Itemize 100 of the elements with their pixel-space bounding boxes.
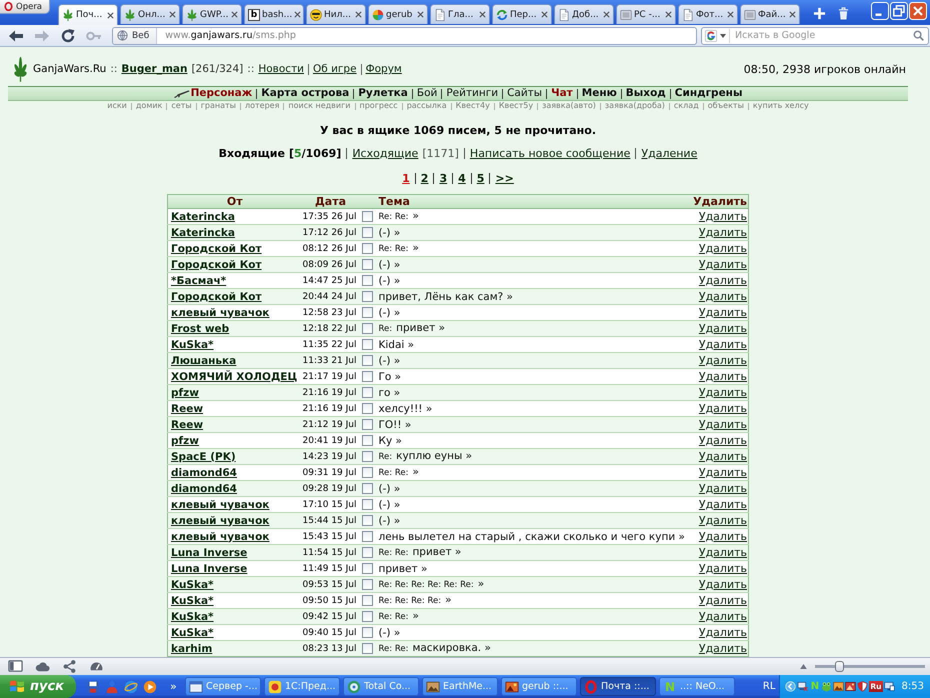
sender-link[interactable]: Luna Inverse bbox=[171, 546, 248, 558]
menu-link[interactable]: Сайты bbox=[507, 87, 542, 100]
menu-button[interactable]: Opera bbox=[0, 0, 50, 14]
message-checkbox[interactable] bbox=[362, 451, 373, 462]
site-info-button[interactable]: Веб bbox=[113, 28, 158, 44]
sender-link[interactable]: pfzw bbox=[171, 434, 199, 446]
close-icon[interactable] bbox=[107, 12, 114, 18]
close-icon[interactable] bbox=[355, 11, 362, 18]
subject-link[interactable]: Re: Re: » bbox=[378, 610, 419, 622]
delete-link[interactable]: Удалить bbox=[698, 258, 747, 271]
message-checkbox[interactable] bbox=[362, 339, 373, 350]
browser-tab[interactable]: Онл... bbox=[120, 4, 180, 24]
submenu-link[interactable]: купить хелсу bbox=[752, 101, 809, 111]
leaf-logo-icon[interactable] bbox=[12, 56, 29, 82]
play-icon[interactable] bbox=[143, 680, 157, 694]
sender-link[interactable]: клевый чувачок bbox=[171, 514, 270, 526]
header-link[interactable]: Форум bbox=[366, 63, 402, 75]
menu-link[interactable]: Рейтинги bbox=[446, 87, 498, 100]
submenu-link[interactable]: лотерея bbox=[244, 101, 280, 111]
panel-icon[interactable] bbox=[8, 659, 23, 674]
menu-link[interactable]: Персонаж bbox=[190, 87, 252, 100]
sender-link[interactable]: Люшанька bbox=[171, 354, 236, 366]
sender-link[interactable]: клевый чувачок bbox=[171, 306, 270, 318]
submenu-link[interactable]: Квест4у bbox=[456, 101, 490, 111]
orbit-icon[interactable] bbox=[124, 680, 138, 694]
subject-link[interactable]: Kidai » bbox=[378, 338, 414, 350]
subject-link[interactable]: Re: Re: » bbox=[378, 242, 419, 254]
page-link[interactable]: 4 bbox=[458, 172, 466, 185]
browser-tab[interactable]: gerub bbox=[368, 4, 428, 24]
language-label[interactable]: RL bbox=[762, 681, 776, 692]
sender-link[interactable]: Katerincka bbox=[171, 210, 235, 222]
close-icon[interactable] bbox=[294, 11, 302, 18]
browser-tab[interactable]: Гла... bbox=[430, 4, 490, 24]
message-checkbox[interactable] bbox=[362, 531, 373, 542]
subject-link[interactable]: привет » bbox=[378, 562, 428, 574]
menu-link[interactable]: Чат bbox=[551, 87, 573, 100]
message-checkbox[interactable] bbox=[362, 643, 373, 654]
subject-link[interactable]: (-) » bbox=[378, 626, 400, 638]
delete-link[interactable]: Удалить bbox=[698, 386, 747, 399]
message-checkbox[interactable] bbox=[362, 467, 373, 478]
subject-link[interactable]: Re: Re: маскировка. » bbox=[378, 642, 491, 654]
delete-link[interactable]: Удалить bbox=[698, 338, 747, 351]
sender-link[interactable]: клевый чувачок bbox=[171, 530, 270, 542]
sender-link[interactable]: diamond64 bbox=[171, 466, 237, 478]
delete-link[interactable]: Удалить bbox=[698, 290, 747, 303]
search-engine-icon[interactable] bbox=[705, 30, 717, 42]
close-icon[interactable] bbox=[665, 11, 672, 18]
quick-launch-more[interactable]: » bbox=[170, 680, 177, 693]
delete-link[interactable]: Удалить bbox=[698, 274, 747, 287]
trash-icon[interactable] bbox=[838, 7, 849, 20]
message-checkbox[interactable] bbox=[362, 227, 373, 238]
subject-link[interactable]: Re: Re: Re: Re: » bbox=[378, 594, 452, 606]
subject-link[interactable]: Re: Re: » bbox=[378, 466, 419, 478]
browser-tab[interactable]: Доб... bbox=[554, 4, 614, 24]
close-icon[interactable] bbox=[231, 11, 238, 18]
subject-link[interactable]: Re: Re: » bbox=[378, 210, 419, 222]
delete-link[interactable]: Удалить bbox=[698, 642, 747, 655]
subject-link[interactable]: Ку » bbox=[378, 434, 402, 446]
delete-link[interactable]: Удалить bbox=[698, 418, 747, 431]
sender-link[interactable]: karhim bbox=[171, 642, 212, 654]
delete-link[interactable]: Удалить bbox=[698, 434, 747, 447]
sender-link[interactable]: Luna Inverse bbox=[171, 562, 248, 574]
subject-link[interactable]: (-) » bbox=[378, 482, 400, 494]
restore-button[interactable] bbox=[890, 2, 908, 20]
sender-link[interactable]: Katerincka bbox=[171, 226, 235, 238]
chevron-icon[interactable] bbox=[785, 681, 796, 692]
shield-icon[interactable] bbox=[857, 681, 868, 692]
picture-icon[interactable] bbox=[833, 681, 844, 692]
taskbar-button[interactable]: Почта ::... bbox=[580, 677, 656, 696]
caret-icon[interactable] bbox=[720, 34, 726, 38]
submenu-link[interactable]: объекты bbox=[708, 101, 744, 111]
message-checkbox[interactable] bbox=[362, 579, 373, 590]
close-icon[interactable] bbox=[417, 11, 424, 18]
delete-link[interactable]: Удалить bbox=[698, 562, 747, 575]
subject-link[interactable]: (-) » bbox=[378, 354, 400, 366]
page-link[interactable]: 1 bbox=[402, 172, 410, 185]
message-checkbox[interactable] bbox=[362, 387, 373, 398]
folder-link[interactable]: Исходящие bbox=[352, 147, 418, 160]
sender-link[interactable]: Городской Кот bbox=[171, 258, 262, 270]
delete-link[interactable]: Удалить bbox=[698, 306, 747, 319]
sender-link[interactable]: KuSka* bbox=[171, 610, 214, 622]
sender-link[interactable]: клевый чувачок bbox=[171, 498, 270, 510]
subject-link[interactable]: (-) » bbox=[378, 274, 400, 286]
close-icon[interactable] bbox=[603, 11, 610, 18]
delete-link[interactable]: Удалить bbox=[698, 210, 747, 223]
delete-link[interactable]: Удалить bbox=[698, 242, 747, 255]
sender-link[interactable]: KuSka* bbox=[171, 626, 214, 638]
subject-link[interactable]: (-) » bbox=[378, 306, 400, 318]
monitor-icon[interactable] bbox=[884, 681, 895, 692]
subject-link[interactable]: Re: Re: Re: Re: Re: Re: » bbox=[378, 578, 484, 590]
close-icon[interactable] bbox=[727, 11, 734, 18]
sender-link[interactable]: Frost web bbox=[171, 322, 230, 334]
close-icon[interactable] bbox=[479, 11, 486, 18]
delete-link[interactable]: Удалить bbox=[698, 530, 747, 543]
message-checkbox[interactable] bbox=[362, 547, 373, 558]
browser-tab[interactable]: Поч... bbox=[58, 4, 118, 25]
menu-link[interactable]: Карта острова bbox=[261, 87, 350, 100]
back-icon[interactable] bbox=[8, 28, 24, 44]
sender-link[interactable]: Reew bbox=[171, 402, 204, 414]
message-checkbox[interactable] bbox=[362, 275, 373, 286]
